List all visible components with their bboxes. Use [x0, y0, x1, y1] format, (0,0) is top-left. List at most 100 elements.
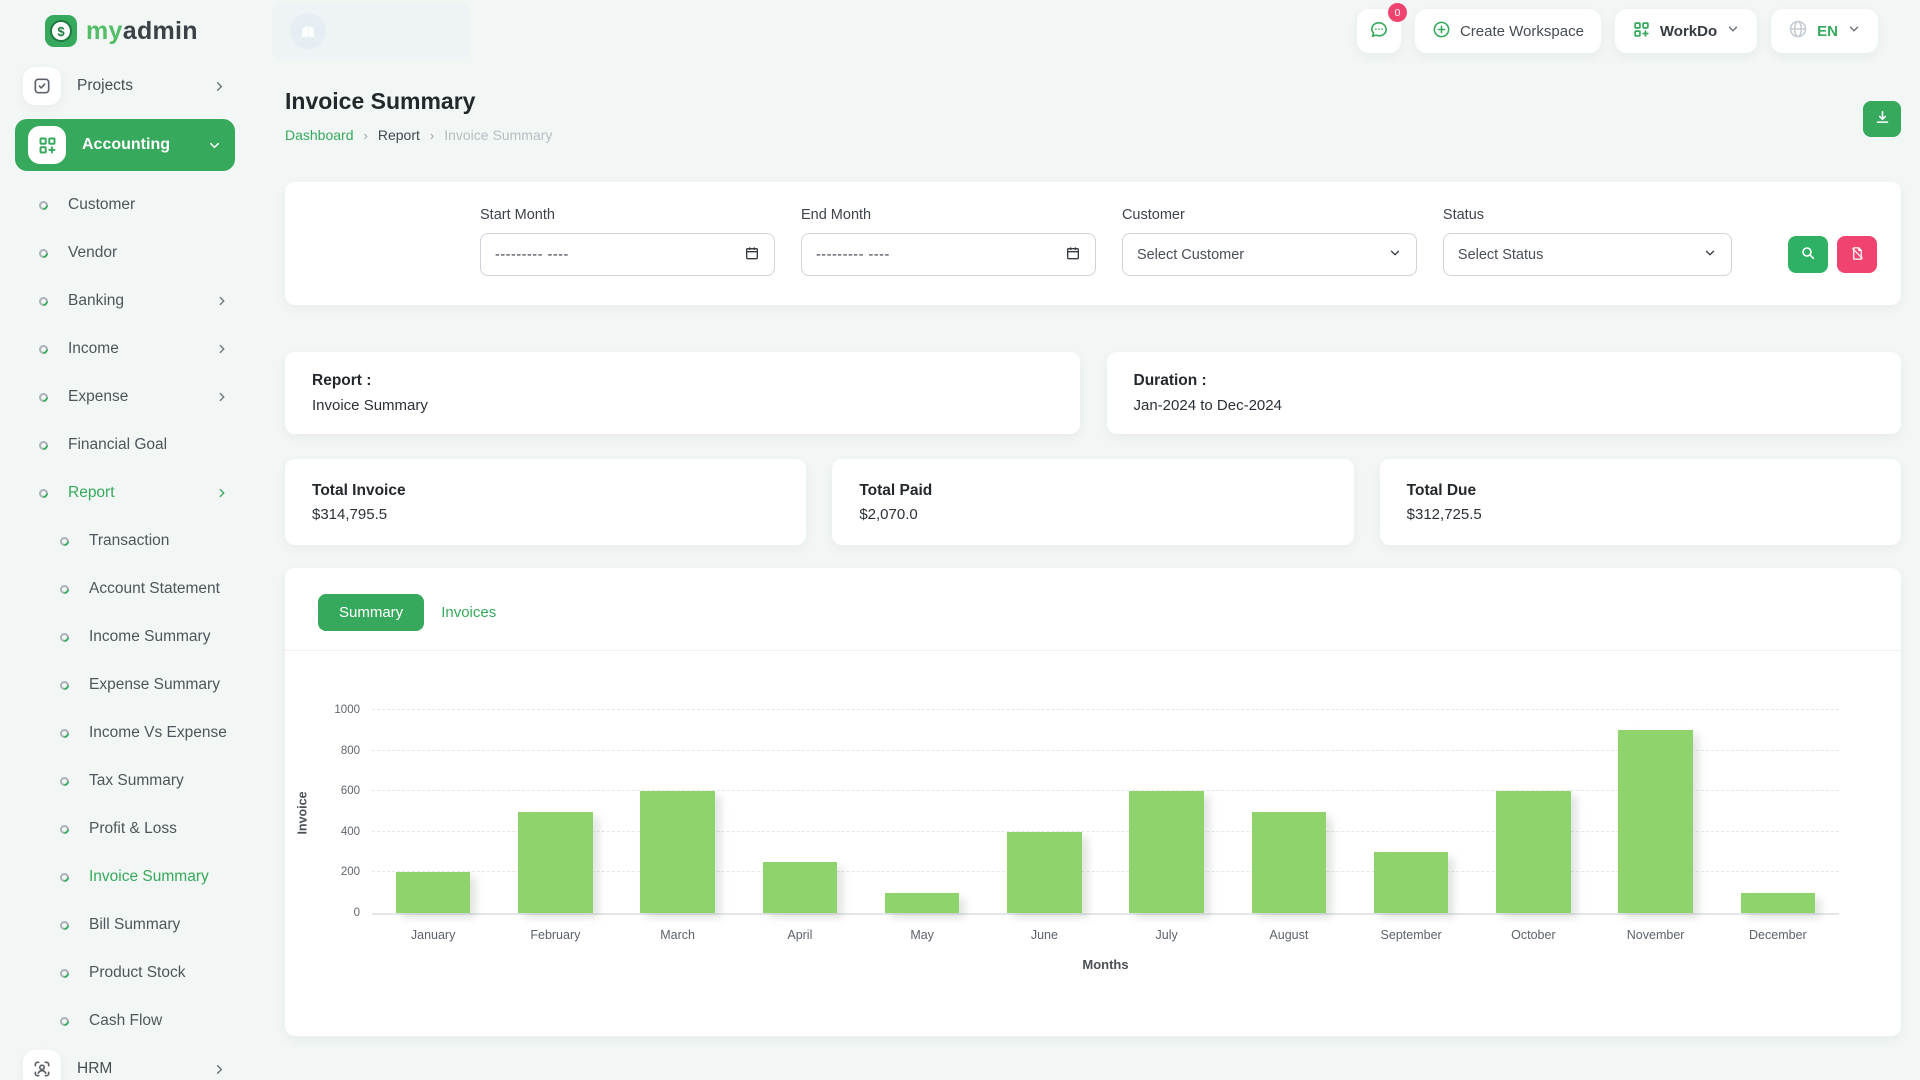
customer-select[interactable]: Select Customer: [1121, 233, 1417, 276]
reset-filter-button[interactable]: [1837, 236, 1878, 273]
bar-january: [395, 872, 471, 913]
sidebar-item-profit-loss[interactable]: Profit & Loss: [15, 805, 235, 853]
bar-march: [640, 791, 715, 913]
customer-label: Customer: [1121, 207, 1185, 223]
workdo-menu-button[interactable]: WorkDo: [1614, 9, 1758, 53]
y-tick-label: 200: [340, 866, 360, 879]
bullet-icon: [58, 1014, 71, 1028]
sidebar-item-income-vs-expense[interactable]: Income Vs Expense: [15, 709, 235, 757]
invoice-bar-chart: Invoice 0 200 400 600 800 1000 January Februar…: [285, 651, 1901, 972]
sidebar-item-account-statement[interactable]: Account Statement: [15, 565, 235, 613]
bar-slot: [739, 710, 861, 913]
sidebar-item-invoice-summary[interactable]: Invoice Summary: [15, 853, 235, 901]
bar-slot: [861, 710, 983, 913]
brand-name: myadmin: [86, 16, 198, 45]
tab-summary[interactable]: Summary: [318, 594, 425, 631]
filter-card: Start Month --------- ---- End Month ---…: [285, 182, 1901, 305]
sidebar-item-banking[interactable]: Banking: [15, 277, 235, 325]
user-scan-icon: [23, 1050, 61, 1080]
bullet-icon: [58, 822, 71, 836]
chevron-right-icon: [212, 79, 227, 94]
grid-plus-icon: [28, 126, 66, 164]
download-button[interactable]: [1863, 101, 1901, 137]
language-button[interactable]: EN: [1771, 9, 1878, 53]
y-tick-label: 0: [353, 907, 360, 919]
x-axis-label: May: [910, 928, 934, 942]
report-summary-row: Report : Invoice Summary Duration : Jan-…: [285, 352, 1901, 434]
chevron-right-icon: [212, 1062, 227, 1077]
sidebar-item-bill-summary[interactable]: Bill Summary: [15, 901, 235, 949]
status-select[interactable]: Select Status: [1442, 233, 1733, 276]
bar-slot: [494, 710, 616, 913]
end-month-input[interactable]: --------- ----: [800, 233, 1096, 276]
y-tick-label: 400: [340, 825, 360, 838]
page-title: Invoice Summary: [285, 88, 476, 114]
chevron-down-icon: [1388, 246, 1402, 264]
y-tick-label: 1000: [334, 704, 360, 716]
breadcrumb-report: Report: [377, 127, 420, 143]
bullet-icon: [58, 726, 71, 740]
x-axis-label: January: [410, 928, 456, 942]
bar-slot: [1106, 710, 1228, 913]
breadcrumb-dashboard[interactable]: Dashboard: [285, 127, 354, 143]
search-button[interactable]: [1788, 236, 1829, 273]
bar-slot: [1717, 710, 1839, 913]
bar-slot: [617, 710, 739, 913]
sidebar-item-financial-goal[interactable]: Financial Goal: [15, 421, 235, 469]
chart-tabs: Summary Invoices: [285, 568, 1901, 631]
totals-row: Total Invoice $314,795.5 Total Paid $2,0…: [285, 459, 1901, 545]
x-axis-title: Months: [1082, 957, 1129, 972]
messages-button[interactable]: 0: [1356, 3, 1407, 53]
top-bar-actions: 0 Create Workspace WorkDo EN: [1356, 3, 1920, 53]
sidebar-item-income[interactable]: Income: [15, 325, 235, 373]
bar-may: [884, 892, 960, 913]
bar-slot: [1595, 710, 1717, 913]
sidebar-item-transaction[interactable]: Transaction: [15, 517, 235, 565]
bullet-icon: [37, 198, 50, 212]
bullet-icon: [37, 294, 50, 308]
sidebar-item-income-summary[interactable]: Income Summary: [15, 613, 235, 661]
x-axis-labels: January February March April May June July Augu…: [372, 928, 1839, 942]
start-month-input[interactable]: --------- ----: [480, 233, 775, 276]
calendar-icon: [744, 245, 760, 265]
bar-october: [1496, 791, 1571, 913]
chart-card: Summary Invoices Invoice 0 200 400 600 800 10…: [285, 568, 1901, 1036]
sidebar-item-report[interactable]: Report: [15, 469, 235, 517]
bar-september: [1373, 852, 1449, 913]
grid-plus-icon: [1632, 20, 1651, 43]
tab-invoices[interactable]: Invoices: [441, 604, 496, 621]
x-axis-label: November: [1626, 928, 1685, 942]
customer-group: Customer Select Customer: [1121, 207, 1417, 276]
x-axis-label: August: [1269, 928, 1309, 942]
sidebar-item-accounting[interactable]: Accounting: [15, 119, 235, 171]
sidebar-item-product-stock[interactable]: Product Stock: [15, 949, 235, 997]
chevron-down-icon: [1726, 22, 1740, 40]
sidebar: Projects Accounting Customer Vendor Bank…: [0, 62, 250, 1080]
sidebar-item-expense-summary[interactable]: Expense Summary: [15, 661, 235, 709]
chevron-right-icon: [215, 342, 229, 356]
sidebar-item-projects[interactable]: Projects: [15, 62, 235, 110]
create-workspace-button[interactable]: Create Workspace: [1414, 9, 1601, 53]
sidebar-item-vendor[interactable]: Vendor: [15, 229, 235, 277]
bar-slot: [1472, 710, 1594, 913]
sidebar-item-cash-flow[interactable]: Cash Flow: [15, 997, 235, 1045]
report-card: Report : Invoice Summary: [285, 352, 1080, 434]
end-month-label: End Month: [800, 207, 872, 223]
checkbox-icon: [23, 67, 61, 105]
sidebar-item-tax-summary[interactable]: Tax Summary: [15, 757, 235, 805]
bullet-icon: [58, 966, 71, 980]
file-slash-icon: [1850, 246, 1865, 264]
bar-june: [1007, 831, 1082, 913]
y-tick-label: 800: [340, 744, 360, 757]
chevron-right-icon: ›: [363, 127, 368, 143]
sidebar-item-hrm[interactable]: HRM: [15, 1045, 235, 1080]
duration-card: Duration : Jan-2024 to Dec-2024: [1106, 352, 1901, 434]
chevron-right-icon: [215, 390, 229, 404]
bullet-icon: [37, 342, 50, 356]
sidebar-item-customer[interactable]: Customer: [15, 181, 235, 229]
app-root: $ myadmin 0 Create Workspace WorkDo EN P…: [0, 0, 1920, 1080]
chat-bubble-icon: [1368, 19, 1390, 44]
start-month-label: Start Month: [480, 207, 555, 223]
sidebar-item-expense[interactable]: Expense: [15, 373, 235, 421]
bar-slot: [1228, 710, 1350, 913]
